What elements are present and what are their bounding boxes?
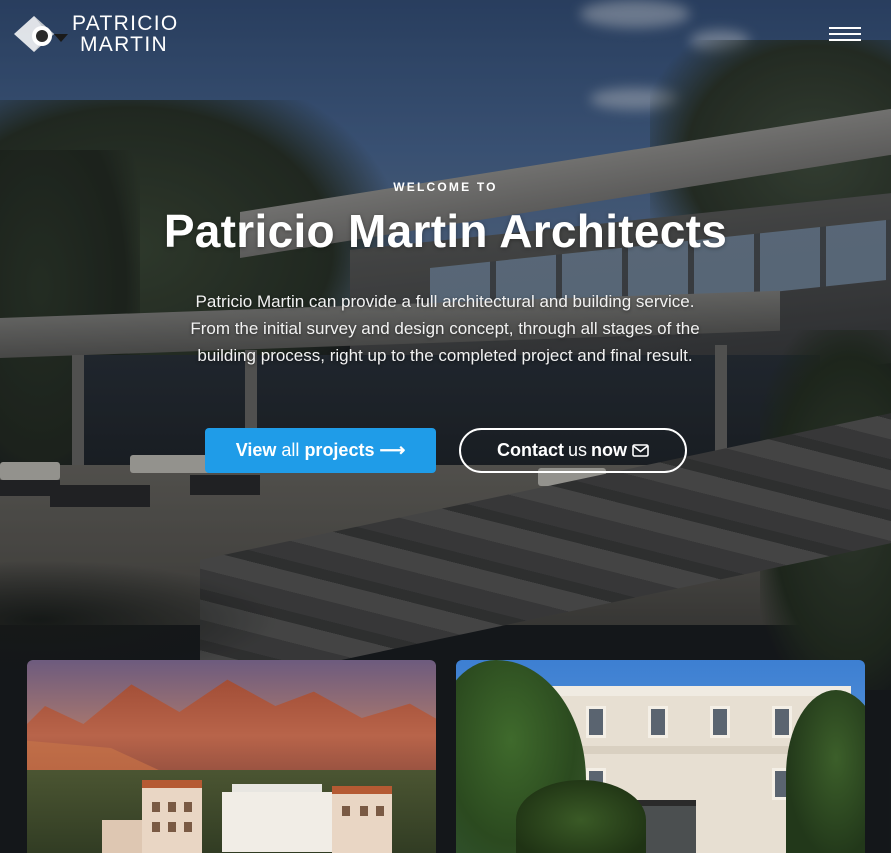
button-label-part: Contact [496,440,564,460]
resort-building [102,780,402,853]
logo-line2: MARTIN [80,33,168,56]
intro-text: Patricio Martin can provide a full archi… [190,292,700,365]
site-header: PATRICIO MARTIN [0,0,891,70]
contact-us-button[interactable]: Contact us now [459,428,687,473]
logo[interactable]: PATRICIO MARTIN [12,12,178,56]
arrow-right-icon: ⟶ [379,440,406,460]
logo-wordmark: PATRICIO MARTIN [72,13,178,55]
envelope-icon [632,444,649,457]
bush [516,780,646,853]
button-label-part: us [567,440,587,460]
button-label-part: now [591,440,627,460]
button-label-part: projects [304,440,375,460]
button-label-part: View [235,440,277,460]
logo-mark-icon [14,16,68,52]
button-label-part: all [281,440,300,460]
page-title: Patricio Martin Architects [163,205,728,257]
welcome-eyebrow: WELCOME TO [393,180,498,194]
project-card-classic-villa[interactable] [456,660,865,853]
hamburger-menu-icon[interactable] [829,25,861,45]
logo-line1: PATRICIO [72,12,179,35]
view-all-projects-button[interactable]: View all projects ⟶ [205,428,436,473]
project-card-mountain-resort[interactable] [27,660,436,853]
